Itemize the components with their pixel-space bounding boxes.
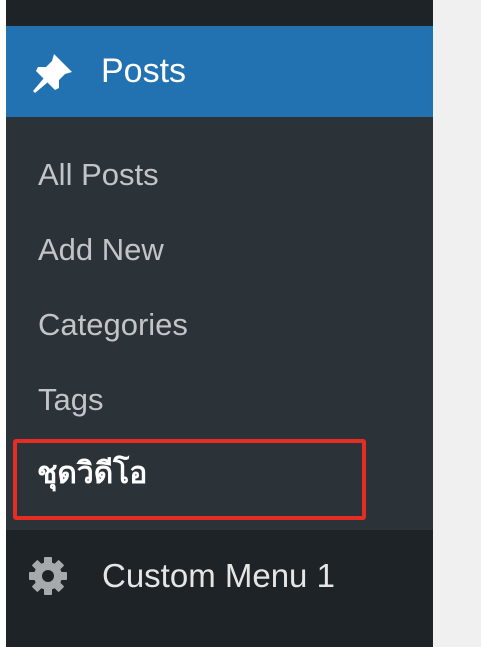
sidebar-top-strip — [6, 0, 433, 26]
submenu-item-add-new[interactable]: Add New — [38, 232, 164, 268]
posts-submenu: All Posts Add New Categories Tags ชุดวิด… — [6, 117, 433, 530]
submenu-item-tags[interactable]: Tags — [38, 382, 103, 418]
gear-icon — [27, 555, 69, 597]
highlight-box — [13, 439, 366, 520]
content-area — [433, 0, 481, 647]
sidebar-item-posts-label: Posts — [101, 52, 187, 90]
sidebar-item-custom-menu-1-label: Custom Menu 1 — [102, 557, 335, 594]
screenshot: Posts All Posts Add New Categories Tags … — [0, 0, 481, 647]
submenu-item-categories[interactable]: Categories — [38, 307, 188, 343]
sidebar-bottom-strip — [6, 620, 433, 647]
sidebar-item-posts[interactable]: Posts — [6, 26, 433, 117]
submenu-item-all-posts[interactable]: All Posts — [38, 157, 159, 193]
sidebar-item-custom-menu-1[interactable]: Custom Menu 1 — [6, 530, 433, 620]
admin-sidebar: Posts All Posts Add New Categories Tags … — [6, 0, 433, 647]
pushpin-icon — [30, 50, 76, 96]
